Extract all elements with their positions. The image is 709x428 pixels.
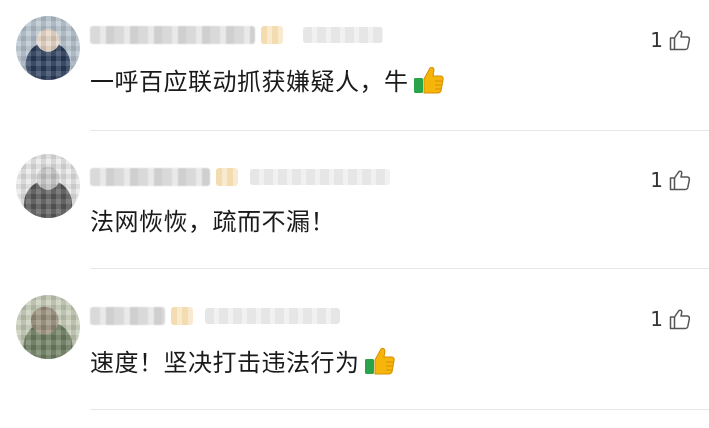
timestamp-blurred bbox=[205, 308, 340, 324]
username-blurred[interactable] bbox=[90, 26, 255, 44]
comment-text: 法网恢恢，疏而不漏！ bbox=[90, 208, 335, 236]
divider bbox=[90, 130, 709, 131]
thumbs-up-icon bbox=[669, 309, 691, 330]
comment-meta bbox=[90, 24, 383, 46]
user-badge-blurred bbox=[216, 168, 238, 186]
comment-item: 速度！坚决打击违法行为 1 bbox=[0, 283, 709, 418]
comment-text-row: 速度！坚决打击违法行为 bbox=[90, 343, 396, 378]
thumbs-up-emoji-icon bbox=[413, 66, 444, 93]
thumbs-up-icon bbox=[669, 30, 691, 51]
comment-text-row: 法网恢恢，疏而不漏！ bbox=[90, 202, 335, 237]
username-blurred[interactable] bbox=[90, 307, 165, 325]
thumbs-up-icon bbox=[669, 170, 691, 191]
comment-text: 一呼百应联动抓获嫌疑人，牛 bbox=[90, 68, 409, 96]
like-count: 1 bbox=[650, 307, 663, 331]
thumbs-up-emoji-icon bbox=[364, 347, 395, 374]
like-button[interactable]: 1 bbox=[650, 307, 691, 331]
user-badge-blurred bbox=[261, 26, 283, 44]
like-count: 1 bbox=[650, 28, 663, 52]
avatar[interactable] bbox=[16, 295, 80, 359]
comment-item: 法网恢恢，疏而不漏！ 1 bbox=[0, 146, 709, 281]
comment-text: 速度！坚决打击违法行为 bbox=[90, 349, 360, 377]
like-button[interactable]: 1 bbox=[650, 28, 691, 52]
username-blurred[interactable] bbox=[90, 168, 210, 186]
comment-text-row: 一呼百应联动抓获嫌疑人，牛 bbox=[90, 62, 445, 97]
like-count: 1 bbox=[650, 168, 663, 192]
comment-item: 一呼百应联动抓获嫌疑人，牛 1 bbox=[0, 0, 709, 135]
comment-meta bbox=[90, 305, 340, 327]
timestamp-blurred bbox=[303, 27, 383, 43]
like-button[interactable]: 1 bbox=[650, 168, 691, 192]
timestamp-blurred bbox=[250, 169, 390, 185]
avatar[interactable] bbox=[16, 16, 80, 80]
avatar[interactable] bbox=[16, 154, 80, 218]
user-badge-blurred bbox=[171, 307, 193, 325]
comment-meta bbox=[90, 166, 390, 188]
divider bbox=[90, 268, 709, 269]
divider bbox=[90, 409, 709, 410]
